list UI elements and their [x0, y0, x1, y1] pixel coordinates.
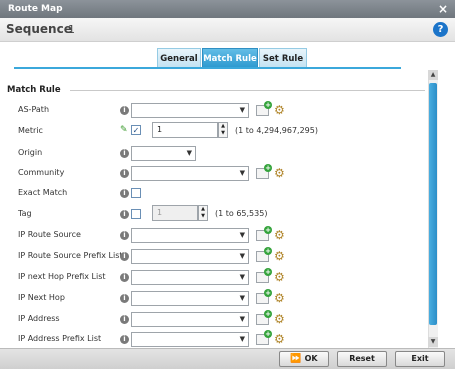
- plus-icon: +: [264, 101, 272, 109]
- ip-route-source-prefix-list-label: IP Route Source Prefix List: [18, 251, 123, 260]
- window-title: Route Map: [8, 4, 63, 14]
- chevron-down-icon: ▼: [239, 273, 245, 281]
- gear-icon[interactable]: ⚙: [274, 104, 285, 116]
- info-icon: i: [120, 294, 129, 303]
- metric-input[interactable]: 1: [152, 122, 218, 138]
- ok-button[interactable]: ⏩ OK: [279, 351, 329, 367]
- info-icon: i: [120, 210, 129, 219]
- reset-button[interactable]: Reset: [337, 351, 387, 367]
- gear-icon[interactable]: ⚙: [274, 167, 285, 179]
- exact-match-checkbox[interactable]: [131, 188, 141, 198]
- as-path-select[interactable]: ▼: [131, 103, 249, 118]
- ip-route-source-label: IP Route Source: [18, 230, 81, 239]
- scrollbar-thumb[interactable]: [429, 83, 437, 325]
- plus-icon: +: [264, 247, 272, 255]
- tag-range-hint: (1 to 65,535): [215, 209, 268, 218]
- ip-route-source-add-button[interactable]: +: [256, 226, 272, 241]
- chevron-down-icon: ▼: [239, 252, 245, 260]
- chevron-down-icon: ▼: [239, 231, 245, 239]
- sequence-label: Sequence: [6, 22, 72, 36]
- ip-address-select[interactable]: ▼: [131, 312, 249, 327]
- ip-address-prefix-list-label: IP Address Prefix List: [18, 334, 102, 343]
- info-icon: i: [120, 169, 129, 178]
- metric-stepper[interactable]: ▲ ▼: [218, 122, 228, 138]
- sequence-value: 1: [68, 23, 75, 36]
- chevron-down-icon: ▼: [239, 106, 245, 114]
- scroll-down-icon[interactable]: ▼: [428, 337, 438, 347]
- scroll-up-icon[interactable]: ▲: [428, 70, 438, 80]
- ip-next-hop-prefix-list-add-button[interactable]: +: [256, 268, 272, 283]
- ip-address-label: IP Address: [18, 314, 60, 323]
- ip-next-hop-prefix-list-label: IP next Hop Prefix List: [18, 272, 106, 281]
- ip-route-source-select[interactable]: ▼: [131, 228, 249, 243]
- chevron-down-icon: ▼: [239, 315, 245, 323]
- window-titlebar: Route Map ×: [0, 0, 455, 18]
- origin-select[interactable]: ▼: [131, 146, 196, 161]
- info-icon: i: [120, 252, 129, 261]
- gear-icon[interactable]: ⚙: [274, 250, 285, 262]
- chevron-down-icon: ▼: [186, 149, 192, 157]
- metric-label: Metric: [18, 126, 43, 135]
- gear-icon[interactable]: ⚙: [274, 313, 285, 325]
- help-icon[interactable]: ?: [433, 22, 448, 37]
- chevron-down-icon: ▼: [239, 335, 245, 343]
- plus-icon: +: [264, 310, 272, 318]
- ip-next-hop-select[interactable]: ▼: [131, 291, 249, 306]
- metric-checkbox[interactable]: ✓: [131, 125, 141, 135]
- pencil-icon: ✎: [120, 125, 128, 135]
- as-path-add-button[interactable]: +: [256, 101, 272, 116]
- info-icon: i: [120, 273, 129, 282]
- tab-underline: [14, 67, 401, 69]
- exact-match-label: Exact Match: [18, 188, 68, 197]
- plus-icon: +: [264, 226, 272, 234]
- tag-stepper[interactable]: ▲ ▼: [198, 205, 208, 221]
- ip-next-hop-label: IP Next Hop: [18, 293, 65, 302]
- chevron-down-icon: ▼: [239, 169, 245, 177]
- plus-icon: +: [264, 330, 272, 338]
- gear-icon[interactable]: ⚙: [274, 292, 285, 304]
- sequence-header: Sequence 1 ?: [0, 18, 455, 42]
- info-icon: i: [120, 189, 129, 198]
- exit-button[interactable]: Exit: [395, 351, 445, 367]
- tab-match-rule[interactable]: Match Rule: [202, 48, 258, 68]
- ip-address-add-button[interactable]: +: [256, 310, 272, 325]
- tag-input[interactable]: 1: [152, 205, 198, 221]
- info-icon: i: [120, 231, 129, 240]
- info-icon: i: [120, 149, 129, 158]
- info-icon: i: [120, 335, 129, 344]
- ip-route-source-prefix-list-add-button[interactable]: +: [256, 247, 272, 262]
- tag-checkbox[interactable]: [131, 209, 141, 219]
- community-label: Community: [18, 168, 65, 177]
- info-icon: i: [120, 315, 129, 324]
- as-path-label: AS-Path: [18, 105, 50, 114]
- chevron-down-icon: ▼: [239, 294, 245, 302]
- ip-address-prefix-list-select[interactable]: ▼: [131, 332, 249, 347]
- gear-icon[interactable]: ⚙: [274, 271, 285, 283]
- community-add-button[interactable]: +: [256, 164, 272, 179]
- info-icon: i: [120, 106, 129, 115]
- ip-route-source-prefix-list-select[interactable]: ▼: [131, 249, 249, 264]
- community-select[interactable]: ▼: [131, 166, 249, 181]
- tab-set-rule[interactable]: Set Rule: [259, 48, 307, 68]
- metric-range-hint: (1 to 4,294,967,295): [235, 126, 318, 135]
- ok-label: OK: [304, 354, 318, 363]
- tab-general[interactable]: General: [157, 48, 201, 68]
- tag-label: Tag: [18, 209, 32, 218]
- plus-icon: +: [264, 268, 272, 276]
- plus-icon: +: [264, 164, 272, 172]
- ip-next-hop-add-button[interactable]: +: [256, 289, 272, 304]
- gear-icon[interactable]: ⚙: [274, 333, 285, 345]
- plus-icon: +: [264, 289, 272, 297]
- section-title: Match Rule: [7, 85, 61, 95]
- section-divider: [70, 90, 425, 91]
- gear-icon[interactable]: ⚙: [274, 229, 285, 241]
- ok-icon: ⏩: [290, 354, 302, 364]
- close-icon[interactable]: ×: [438, 2, 448, 16]
- ip-address-prefix-list-add-button[interactable]: +: [256, 330, 272, 345]
- origin-label: Origin: [18, 148, 43, 157]
- ip-next-hop-prefix-list-select[interactable]: ▼: [131, 270, 249, 285]
